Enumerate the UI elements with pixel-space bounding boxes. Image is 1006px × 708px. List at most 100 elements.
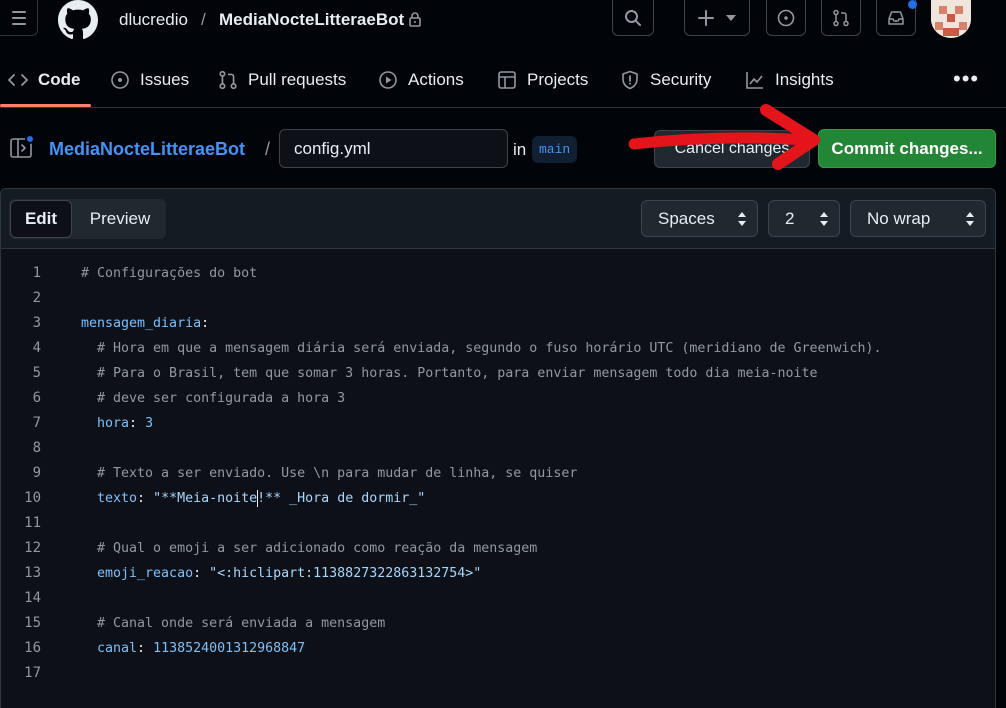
code-line[interactable]: 17 <box>1 661 995 686</box>
code-token-key: texto <box>81 491 138 506</box>
more-options-icon[interactable]: ••• <box>953 66 979 92</box>
code-token-comment: # Qual o emoji a ser adicionado como rea… <box>81 541 538 556</box>
file-path-separator: / <box>265 139 271 159</box>
git-pull-request-icon <box>833 9 849 26</box>
indent-mode-select[interactable]: Spaces <box>641 200 758 237</box>
branch-in-label: in <box>513 140 527 159</box>
search-button[interactable] <box>612 0 654 36</box>
line-number: 15 <box>24 615 41 631</box>
tab-security[interactable]: Security <box>620 66 711 94</box>
line-content: # Hora em que a mensagem diária será env… <box>81 336 882 361</box>
avatar[interactable] <box>931 0 971 38</box>
search-icon <box>625 9 641 26</box>
chevron-down-icon <box>726 14 736 21</box>
line-number: 10 <box>24 490 41 506</box>
github-logo-icon[interactable] <box>58 0 98 40</box>
code-token-key: emoji_reacao <box>81 566 194 581</box>
filename-input[interactable] <box>279 129 508 168</box>
line-number: 1 <box>32 265 41 281</box>
code-token-comment: # Hora em que a mensagem diária será env… <box>81 341 882 356</box>
code-content[interactable]: 1 # Configurações do bot 2 3 mensagem_diaria… <box>1 261 995 686</box>
issue-icon <box>111 71 129 89</box>
line-content: hora: 3 <box>81 411 153 436</box>
tab-insights[interactable]: Insights <box>745 66 834 94</box>
code-token-plain: : <box>193 566 210 581</box>
code-line[interactable]: 4 # Hora em que a mensagem diária será e… <box>1 336 995 361</box>
branch-badge[interactable]: main <box>532 136 578 163</box>
menu-icon[interactable] <box>0 0 38 36</box>
breadcrumb-owner[interactable]: dlucredio <box>119 10 188 30</box>
issues-shortcut-button[interactable] <box>766 0 806 36</box>
code-line[interactable]: 12 # Qual o emoji a ser adicionado como … <box>1 536 995 561</box>
tab-code-label: Code <box>38 70 81 89</box>
tab-edit[interactable]: Edit <box>10 200 72 238</box>
line-number: 11 <box>24 515 41 531</box>
code-line[interactable]: 9 # Texto a ser enviado. Use \n para mud… <box>1 461 995 486</box>
tab-security-label: Security <box>650 70 712 89</box>
create-new-button[interactable] <box>684 0 750 36</box>
code-line[interactable]: 11 <box>1 511 995 536</box>
code-token-num: 1138524001312968847 <box>153 641 306 656</box>
code-line[interactable]: 1 # Configurações do bot <box>1 261 995 286</box>
code-token-str: "**Meia-noite <box>153 491 258 506</box>
tab-preview[interactable]: Preview <box>77 200 163 238</box>
unsaved-indicator-dot <box>25 134 35 144</box>
line-number: 5 <box>32 365 41 381</box>
code-line[interactable]: 13 emoji_reacao: "<:hiclipart:1138827322… <box>1 561 995 586</box>
lock-icon <box>409 12 421 27</box>
inbox-icon <box>888 10 904 25</box>
line-number: 6 <box>32 390 41 406</box>
code-token-comment: # Canal onde será enviada a mensagem <box>81 616 386 631</box>
tab-pull-requests[interactable]: Pull requests <box>218 66 346 94</box>
line-content: # Texto a ser enviado. Use \n para mudar… <box>81 461 577 486</box>
code-token-plain: : <box>137 491 154 506</box>
global-header: dlucredio / MediaNocteLitteraeBot <box>0 0 1006 40</box>
code-line[interactable]: 2 <box>1 286 995 311</box>
play-icon <box>379 71 397 89</box>
plus-icon <box>698 9 714 26</box>
tab-projects-label: Projects <box>527 70 589 89</box>
line-number: 16 <box>24 640 41 656</box>
code-token-plain: : <box>129 416 146 431</box>
code-token-comment: # Configurações do bot <box>81 266 258 281</box>
select-arrows-icon <box>966 212 974 226</box>
graph-icon <box>746 72 763 89</box>
avatar-image <box>931 0 971 38</box>
code-line[interactable]: 7 hora: 3 <box>1 411 995 436</box>
tab-issues[interactable]: Issues <box>110 66 189 94</box>
code-token-comment: # Para o Brasil, tem que somar 3 horas. … <box>81 366 818 381</box>
notification-dot <box>908 0 917 9</box>
code-line[interactable]: 3 mensagem_diaria: <box>1 311 995 336</box>
breadcrumb-repo[interactable]: MediaNocteLitteraeBot <box>219 10 404 30</box>
code-token-comment: # deve ser configurada a hora 3 <box>81 391 346 406</box>
line-number: 12 <box>24 540 41 556</box>
code-token-key: hora <box>81 416 130 431</box>
editor-toolbar: Edit Preview Spaces 2 No wrap <box>1 189 995 249</box>
commit-changes-button[interactable]: Commit changes... <box>818 129 996 168</box>
file-path-repo-link[interactable]: MediaNocteLitteraeBot <box>49 139 245 160</box>
pull-requests-shortcut-button[interactable] <box>821 0 861 36</box>
code-line[interactable]: 5 # Para o Brasil, tem que somar 3 horas… <box>1 361 995 386</box>
wrap-mode-select[interactable]: No wrap <box>850 200 986 237</box>
tab-projects[interactable]: Projects <box>497 66 588 94</box>
code-line[interactable]: 6 # deve ser configurada a hora 3 <box>1 386 995 411</box>
cancel-changes-button[interactable]: Cancel changes <box>654 130 810 168</box>
tab-actions[interactable]: Actions <box>378 66 464 94</box>
tab-actions-label: Actions <box>408 70 464 89</box>
indent-size-select[interactable]: 2 <box>768 200 840 237</box>
code-line[interactable]: 10 texto: "**Meia-noite!** _Hora de dorm… <box>1 486 995 511</box>
tab-code[interactable]: Code <box>8 66 81 94</box>
code-line[interactable]: 14 <box>1 586 995 611</box>
line-content: # Qual o emoji a ser adicionado como rea… <box>81 536 537 561</box>
code-token-str: "<:hiclipart:1138827322863132754>" <box>209 566 482 581</box>
tab-issues-label: Issues <box>140 70 190 89</box>
code-token-comment: # Texto a ser enviado. Use \n para mudar… <box>81 466 578 481</box>
wrap-mode-value: No wrap <box>867 208 931 228</box>
repo-nav: Code Issues Pull requests Actions Projec… <box>0 56 1006 108</box>
indent-size-value: 2 <box>785 208 795 228</box>
line-content: # Para o Brasil, tem que somar 3 horas. … <box>81 361 818 386</box>
code-line[interactable]: 15 # Canal onde será enviada a mensagem <box>1 611 995 636</box>
code-line[interactable]: 8 <box>1 436 995 461</box>
code-line[interactable]: 16 canal: 1138524001312968847 <box>1 636 995 661</box>
line-content: emoji_reacao: "<:hiclipart:1138827322863… <box>81 561 481 586</box>
